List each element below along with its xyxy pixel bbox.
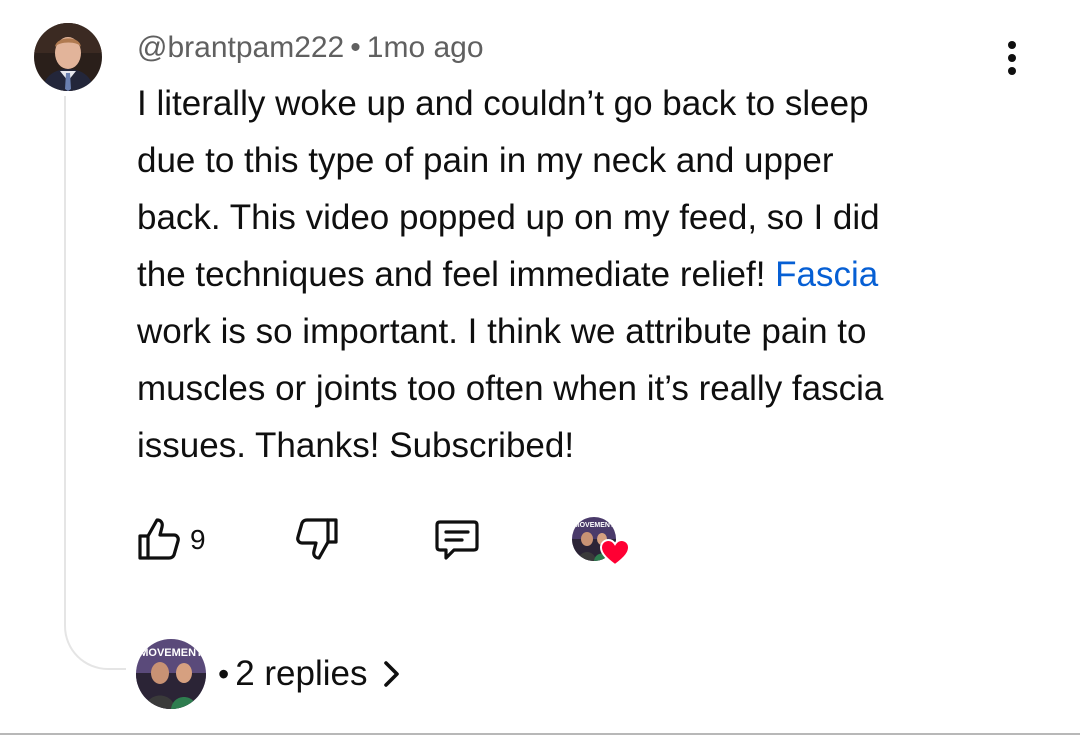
comment-line: muscles or joints too often when it’s re… xyxy=(137,369,884,408)
thread-line xyxy=(64,96,66,616)
comment-line: I literally woke up and couldn’t go back… xyxy=(137,84,869,123)
thumbs-down-icon[interactable] xyxy=(292,514,342,564)
comment-text: I literally woke up and couldn’t go back… xyxy=(137,75,1037,474)
comment-line: the techniques and feel immediate relief… xyxy=(137,246,1037,303)
divider xyxy=(0,733,1080,735)
meta-separator: • xyxy=(350,31,361,64)
channel-badge-text: MOVEMENT xyxy=(139,647,203,659)
replies-separator: • xyxy=(218,655,230,692)
heart-icon xyxy=(600,539,630,567)
replies-label[interactable]: 2 replies xyxy=(235,654,367,694)
more-vert-icon[interactable] xyxy=(996,36,1028,80)
comment-author[interactable]: @brantpam222 xyxy=(137,31,344,64)
comment-line: work is so important. I think we attribu… xyxy=(137,312,867,351)
creator-heart-icon: MOVEMENT xyxy=(572,517,632,569)
user-avatar-photo[interactable] xyxy=(34,23,102,91)
like-count: 9 xyxy=(190,524,206,555)
comment-line: due to this type of pain in my neck and … xyxy=(137,141,834,180)
comment-reply-icon[interactable] xyxy=(432,514,482,564)
chevron-right-icon[interactable] xyxy=(382,659,402,689)
channel-avatar: MOVEMENT xyxy=(136,639,206,709)
thread-connector xyxy=(64,610,126,670)
view-replies-button[interactable]: MOVEMENT • 2 replies xyxy=(136,638,402,710)
creator-badge-text: MOVEMENT xyxy=(574,522,615,529)
hashtag-link-fascia[interactable]: Fascia xyxy=(775,255,878,294)
comment-line: issues. Thanks! Subscribed! xyxy=(137,426,575,465)
comment-timestamp[interactable]: 1mo ago xyxy=(367,31,484,64)
comment-line-text: the techniques and feel immediate relief… xyxy=(137,255,766,294)
comment-meta: @brantpam222 • 1mo ago xyxy=(137,28,484,68)
thumbs-up-icon[interactable] xyxy=(134,514,184,564)
comment-line: back. This video popped up on my feed, s… xyxy=(137,198,880,237)
